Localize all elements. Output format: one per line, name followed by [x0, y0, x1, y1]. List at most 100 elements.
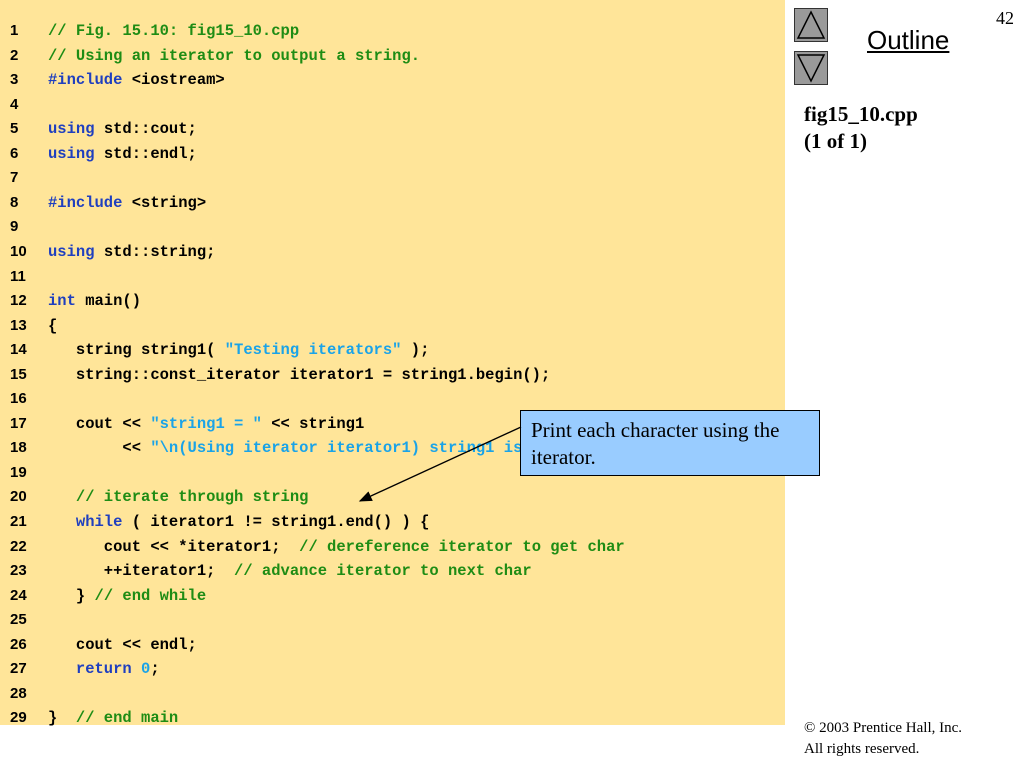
line-number: 18	[10, 439, 27, 457]
code-token: using	[48, 120, 95, 139]
line-number: 1	[10, 22, 19, 39]
line-code: cout << *iterator1; // dereference itera…	[48, 535, 625, 559]
code-line: 3 #include <iostream>	[0, 68, 785, 92]
code-line: 1 // Fig. 15.10: fig15_10.cpp	[0, 19, 785, 43]
code-line: 15 string::const_iterator iterator1 = st…	[0, 363, 785, 387]
code-token: string::const_iterator iterator1 = strin…	[48, 365, 551, 384]
line-code: string string1( "Testing iterators" );	[48, 338, 429, 362]
code-token: }	[48, 709, 76, 728]
code-line: 12 int main()	[0, 289, 785, 313]
line-number: 15	[10, 365, 27, 383]
code-token: cout << *iterator1;	[48, 537, 300, 556]
file-label: fig15_10.cpp (1 of 1)	[804, 101, 918, 155]
line-number: 4	[10, 95, 19, 113]
code-line: 21 while ( iterator1 != string1.end() ) …	[0, 510, 785, 534]
code-line: 14 string string1( "Testing iterators" )…	[0, 338, 785, 362]
code-line: 16	[0, 387, 785, 411]
slide-number: 42	[996, 8, 1014, 28]
code-token: <<	[48, 439, 151, 458]
line-number: 6	[10, 144, 19, 162]
line-number: 29	[10, 709, 27, 727]
code-token: #include	[48, 193, 123, 212]
line-code: return 0;	[48, 657, 160, 681]
code-token: // end main	[75, 709, 179, 728]
code-line: 10 using std::string;	[0, 240, 785, 264]
copyright-notice: © 2003 Prentice Hall, Inc. All rights re…	[804, 718, 962, 760]
code-token: cout << endl;	[48, 635, 197, 654]
line-code: #include <string>	[48, 191, 206, 215]
code-line: 8 #include <string>	[0, 191, 785, 215]
code-line: 23 ++iterator1; // advance iterator to n…	[0, 559, 785, 583]
line-number: 25	[10, 611, 27, 629]
line-number: 26	[10, 635, 27, 653]
line-code: cout << endl;	[48, 633, 197, 657]
code-token: "string1 = "	[150, 414, 262, 433]
line-code: int main()	[48, 289, 141, 313]
code-token: string string1(	[48, 341, 225, 360]
line-code: string::const_iterator iterator1 = strin…	[48, 363, 550, 387]
code-line: 7	[0, 166, 785, 190]
code-token: while	[75, 513, 123, 531]
code-line: 4	[0, 93, 785, 117]
line-code: cout << "string1 = " << string1	[48, 412, 364, 436]
line-number: 12	[10, 292, 27, 310]
line-number: 5	[10, 120, 19, 138]
code-token: "Testing iterators"	[224, 341, 402, 360]
code-token: using	[48, 144, 95, 163]
outline-link[interactable]: Outline	[867, 25, 949, 56]
code-token: // dereference iterator to get char	[299, 537, 625, 556]
code-line: 25	[0, 608, 785, 632]
line-code: using std::endl;	[48, 142, 197, 166]
line-code: << "\n(Using iterator iterator1) string1…	[48, 436, 559, 460]
line-number: 24	[10, 586, 27, 604]
code-token: // Using an iterator to output a string.	[48, 46, 421, 65]
line-number: 19	[10, 463, 27, 481]
previous-slide-button[interactable]	[794, 8, 828, 42]
code-token: );	[401, 341, 430, 360]
line-number: 2	[10, 46, 19, 64]
code-line: 11	[0, 265, 785, 289]
code-token: {	[48, 316, 58, 335]
line-number: 10	[10, 242, 27, 260]
code-token: main()	[75, 292, 142, 311]
line-number: 8	[10, 193, 19, 211]
code-token: 0	[141, 660, 151, 679]
triangle-down-icon	[796, 54, 826, 83]
code-listing-panel: 1 // Fig. 15.10: fig15_10.cpp 2 // Using an…	[0, 0, 785, 727]
line-code: #include <iostream>	[48, 68, 225, 92]
code-token: // end while	[94, 586, 207, 605]
code-line: 2 // Using an iterator to output a string…	[0, 44, 785, 68]
file-name: fig15_10.cpp	[804, 102, 918, 126]
line-number: 28	[10, 684, 27, 702]
line-number: 7	[10, 169, 19, 187]
line-number: 11	[10, 267, 26, 285]
code-token: // advance iterator to next char	[234, 562, 532, 581]
code-token: std::cout;	[94, 120, 197, 139]
code-line: 28	[0, 682, 785, 706]
line-code: // Using an iterator to output a string.	[48, 44, 420, 68]
line-number: 21	[10, 513, 27, 530]
line-number: 16	[10, 390, 27, 408]
code-line: 29} // end main	[0, 706, 785, 730]
next-slide-button[interactable]	[794, 51, 828, 85]
code-token: using	[48, 242, 95, 261]
line-number: 17	[10, 414, 27, 432]
line-code: // Fig. 15.10: fig15_10.cpp	[48, 19, 299, 43]
code-token: "\n(Using iterator iterator1) string1 is…	[150, 439, 551, 458]
code-token: std::string;	[94, 242, 216, 261]
line-code: } // end while	[48, 584, 206, 608]
code-token: return	[75, 660, 132, 679]
code-token: << string1	[261, 414, 365, 433]
code-token: #include	[48, 71, 123, 90]
line-number: 23	[10, 562, 27, 580]
code-line: 22 cout << *iterator1; // dereference it…	[0, 535, 785, 559]
line-number: 13	[10, 316, 27, 334]
line-code: {	[48, 314, 57, 338]
code-token: }	[48, 586, 95, 605]
line-code: using std::cout;	[48, 117, 197, 141]
line-number: 9	[10, 218, 19, 236]
code-token: ( iterator1 != string1.end() ) {	[122, 513, 430, 531]
code-line: 27 return 0;	[0, 657, 785, 681]
